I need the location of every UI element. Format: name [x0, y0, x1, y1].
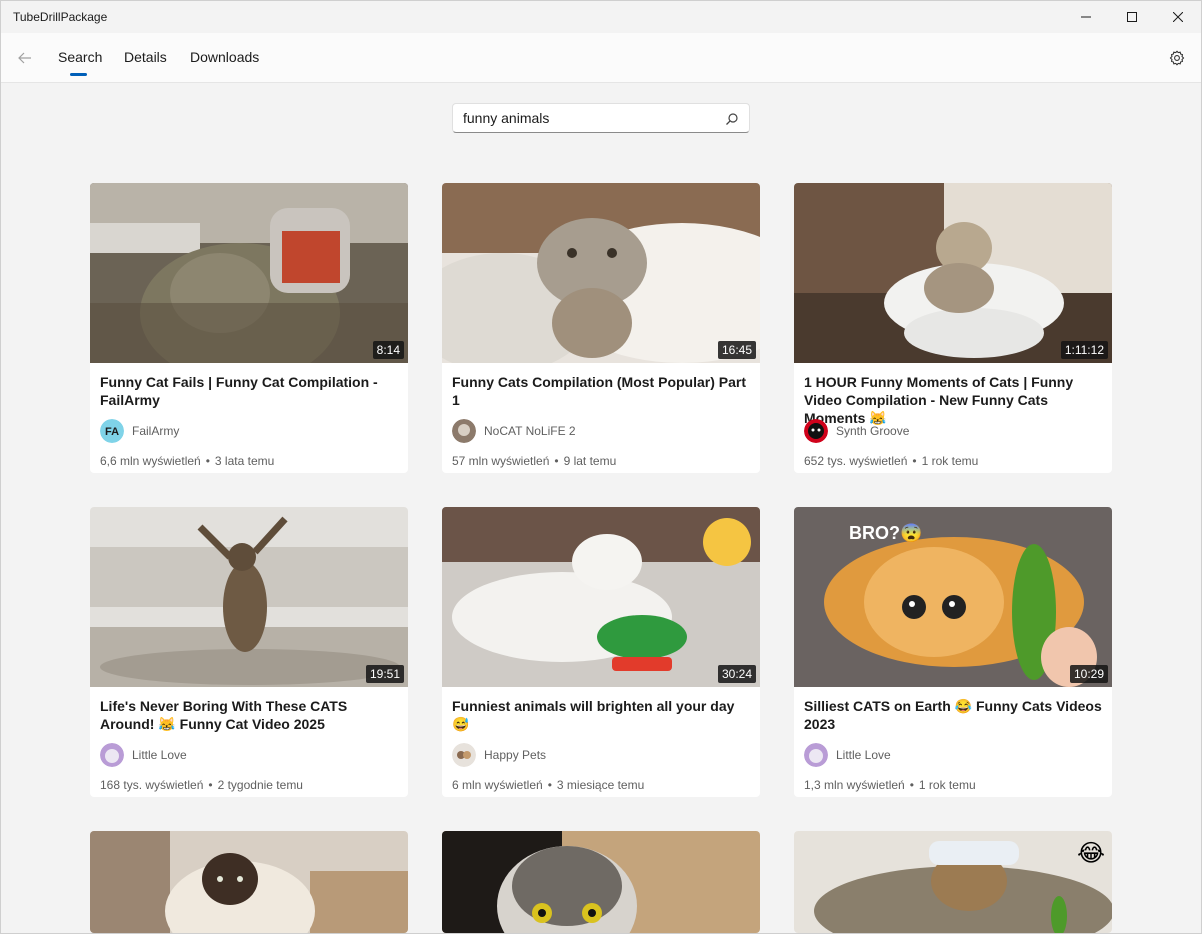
settings-button[interactable]	[1164, 45, 1190, 71]
channel-name: FailArmy	[132, 424, 180, 438]
navigation-bar: Search Details Downloads	[1, 33, 1201, 83]
svg-text:FA: FA	[105, 426, 119, 438]
video-duration: 19:51	[365, 665, 404, 683]
video-card[interactable]: 30:24 Funniest animals will brighten all…	[442, 507, 760, 797]
video-duration: 30:24	[717, 665, 756, 683]
video-meta: 57 mln wyświetleń • 9 lat temu	[452, 454, 617, 468]
channel-name: NoCAT NoLiFE 2	[484, 424, 576, 438]
video-title[interactable]: Life's Never Boring With These CATS Arou…	[100, 697, 400, 733]
video-card[interactable]: 😂	[794, 831, 1112, 933]
tab-downloads[interactable]: Downloads	[190, 49, 259, 79]
view-count: 6,6 mln wyświetleń	[100, 454, 201, 468]
video-card[interactable]: BRO?😨 10:29 Silliest CATS on Earth 😂 Fun…	[794, 507, 1112, 797]
channel-avatar: FA	[100, 419, 124, 443]
video-thumbnail[interactable]: 1:11:12	[794, 183, 1112, 363]
back-button[interactable]	[11, 45, 39, 71]
channel-info[interactable]: Happy Pets	[452, 743, 546, 767]
video-title[interactable]: Funny Cats Compilation (Most Popular) Pa…	[452, 373, 752, 409]
app-title: TubeDrillPackage	[13, 10, 108, 24]
channel-avatar	[452, 419, 476, 443]
video-thumbnail[interactable]	[90, 831, 408, 933]
channel-info[interactable]: Little Love	[804, 743, 891, 767]
maximize-button[interactable]	[1109, 1, 1155, 33]
video-card[interactable]	[442, 831, 760, 933]
channel-name: Synth Groove	[836, 424, 910, 438]
video-thumbnail[interactable]	[442, 831, 760, 933]
video-card[interactable]: 1:11:12 1 HOUR Funny Moments of Cats | F…	[794, 183, 1112, 473]
upload-age: 3 lata temu	[214, 454, 275, 468]
channel-info[interactable]: Little Love	[100, 743, 187, 767]
thumbnail-image: 😂	[794, 831, 1112, 933]
video-title[interactable]: Funny Cat Fails | Funny Cat Compilation …	[100, 373, 400, 409]
arrow-left-icon	[18, 52, 31, 64]
thumbnail-image	[90, 831, 408, 933]
thumbnail-image	[794, 183, 1112, 363]
video-thumbnail[interactable]: 16:45	[442, 183, 760, 363]
channel-avatar	[804, 743, 828, 767]
view-count: 168 tys. wyświetleń	[100, 778, 204, 792]
gear-icon	[1169, 50, 1185, 66]
thumbnail-image	[90, 507, 408, 687]
search-input[interactable]	[463, 104, 713, 132]
video-thumbnail[interactable]: 8:14	[90, 183, 408, 363]
video-card[interactable]	[90, 831, 408, 933]
channel-avatar	[100, 743, 124, 767]
channel-name: Little Love	[132, 748, 187, 762]
video-card[interactable]: 19:51 Life's Never Boring With These CAT…	[90, 507, 408, 797]
title-bar: TubeDrillPackage	[1, 1, 1201, 33]
view-count: 652 tys. wyświetleń	[804, 454, 908, 468]
search-icon[interactable]	[725, 112, 739, 126]
thumbnail-image	[442, 183, 760, 363]
video-thumbnail[interactable]: 😂	[794, 831, 1112, 933]
video-duration: 8:14	[372, 341, 404, 359]
video-duration: 10:29	[1069, 665, 1108, 683]
thumbnail-image	[442, 507, 760, 687]
channel-avatar	[452, 743, 476, 767]
video-thumbnail[interactable]: 19:51	[90, 507, 408, 687]
upload-age: 3 miesiące temu	[556, 778, 645, 792]
view-count: 57 mln wyświetleń	[452, 454, 550, 468]
view-count: 6 mln wyświetleń	[452, 778, 543, 792]
video-meta: 168 tys. wyświetleń • 2 tygodnie temu	[100, 778, 303, 792]
upload-age: 2 tygodnie temu	[217, 778, 303, 792]
video-thumbnail[interactable]: BRO?😨 10:29	[794, 507, 1112, 687]
channel-info[interactable]: FA FailArmy	[100, 419, 179, 443]
thumbnail-overlay-text: BRO?😨	[849, 523, 922, 543]
maximize-icon	[1127, 12, 1137, 22]
video-title[interactable]: Funniest animals will brighten all your …	[452, 697, 752, 733]
minimize-button[interactable]	[1063, 1, 1109, 33]
video-meta: 6 mln wyświetleń • 3 miesiące temu	[452, 778, 645, 792]
channel-avatar	[804, 419, 828, 443]
thumbnail-overlay-emoji: 😂	[1077, 839, 1105, 867]
video-meta: 652 tys. wyświetleń • 1 rok temu	[804, 454, 979, 468]
close-icon	[1173, 12, 1183, 22]
thumbnail-image	[442, 831, 760, 933]
thumbnail-image: BRO?😨	[794, 507, 1112, 687]
channel-info[interactable]: NoCAT NoLiFE 2	[452, 419, 576, 443]
channel-info[interactable]: Synth Groove	[804, 419, 909, 443]
upload-age: 1 rok temu	[918, 778, 976, 792]
upload-age: 1 rok temu	[921, 454, 979, 468]
video-duration: 1:11:12	[1060, 341, 1108, 359]
minimize-icon	[1081, 16, 1091, 18]
app-window: TubeDrillPackage Search Details Download…	[0, 0, 1202, 934]
view-count: 1,3 mln wyświetleń	[804, 778, 905, 792]
search-box[interactable]	[452, 103, 750, 133]
upload-age: 9 lat temu	[563, 454, 617, 468]
video-card[interactable]: 16:45 Funny Cats Compilation (Most Popul…	[442, 183, 760, 473]
thumbnail-image	[90, 183, 408, 363]
close-button[interactable]	[1155, 1, 1201, 33]
active-tab-indicator	[70, 73, 87, 76]
video-meta: 6,6 mln wyświetleń • 3 lata temu	[100, 454, 275, 468]
video-card[interactable]: 8:14 Funny Cat Fails | Funny Cat Compila…	[90, 183, 408, 473]
video-title[interactable]: Silliest CATS on Earth 😂 Funny Cats Vide…	[804, 697, 1104, 733]
video-thumbnail[interactable]: 30:24	[442, 507, 760, 687]
channel-name: Happy Pets	[484, 748, 547, 762]
channel-name: Little Love	[836, 748, 891, 762]
video-duration: 16:45	[717, 341, 756, 359]
video-meta: 1,3 mln wyświetleń • 1 rok temu	[804, 778, 976, 792]
tab-details[interactable]: Details	[124, 49, 167, 79]
